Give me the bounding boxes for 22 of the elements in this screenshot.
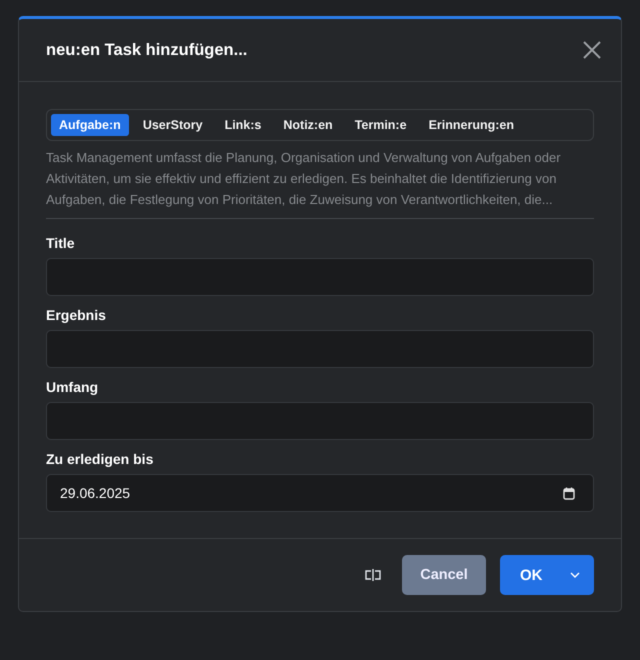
input-field[interactable] [46,258,594,296]
field-label: Title [46,235,76,251]
date-field[interactable]: 29.06.2025 [46,474,594,512]
tab[interactable]: Link:s [216,114,270,136]
tab[interactable]: Termin:e [346,114,415,136]
field-label: Umfang [46,379,100,395]
tab[interactable]: UserStory [134,114,211,136]
chevron-down-icon [570,572,580,578]
dialog-title: neu:en Task hinzufügen... [46,40,248,60]
cancel-button[interactable]: Cancel [402,555,486,595]
calendar-icon[interactable] [563,486,575,500]
field-label: Zu erledigen bis [46,451,154,467]
tab[interactable]: Erinnerung:en [420,114,522,136]
close-icon[interactable] [583,41,601,59]
tab[interactable]: Aufgabe:n [51,114,129,136]
description-text: Task Management umfasst die Planung, Organisation und Verwaltung von Aufgaben oder Aktivitäten, um sie effektiv und effizient zu erledigen. Es beinhaltet die Identifizierung von Aufgaben, die Festlegung von Prioritäten, die Zuweisung von Verantwortlichkeiten, die... [46,147,594,219]
split-view-icon[interactable] [364,568,382,582]
input-field[interactable] [46,402,594,440]
ok-button[interactable]: OK [500,555,594,595]
input-field[interactable] [46,330,594,368]
field-label: Ergebnis [46,307,107,323]
tab[interactable]: Notiz:en [275,114,341,136]
